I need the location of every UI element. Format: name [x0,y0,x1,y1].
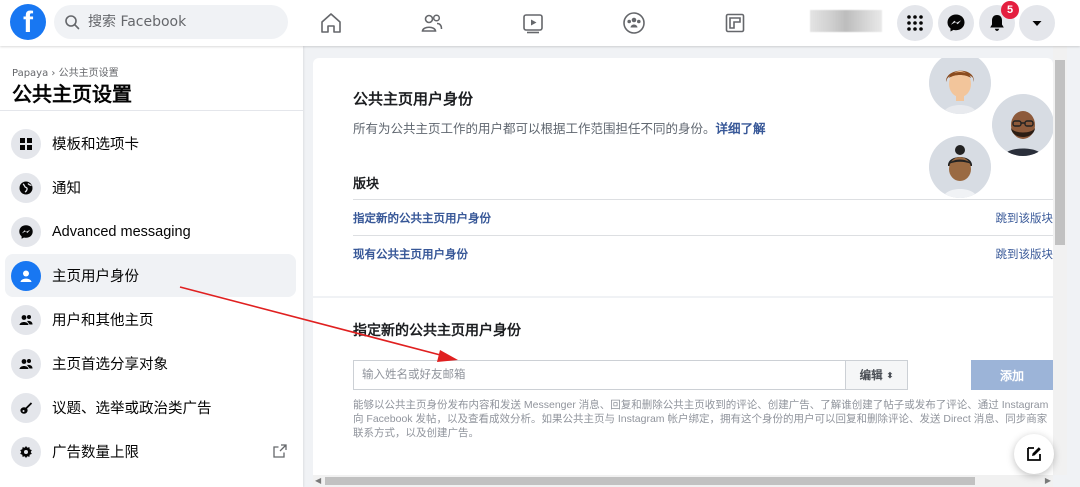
new-message-button[interactable] [1014,434,1054,474]
sidebar-item-label: 通知 [52,181,81,197]
guitar-icon [11,392,41,423]
messenger-button[interactable] [938,5,974,41]
person-icon [11,260,41,291]
sidebar-divider [0,110,303,111]
profile-name-blurred[interactable] [810,10,882,32]
section-link-existing[interactable]: 现有公共主页用户身份 [353,246,468,262]
watch-icon[interactable] [519,9,547,37]
sidebar-item-preferred-audience[interactable]: 主页首选分享对象 [5,342,296,385]
compose-icon [1027,447,1041,461]
avatar-illustration-1 [929,58,991,114]
groups-icon[interactable] [620,9,648,37]
scroll-left-icon[interactable]: ◀ [315,476,321,485]
vertical-scrollbar[interactable] [1053,46,1067,475]
assign-role-form: 编辑 ⬍ [353,360,908,390]
assign-role-card: 指定新的公共主页用户身份 编辑 ⬍ 添加 能够以公共主页身份发布内容和发送 Me… [313,298,1053,475]
avatar-illustration-2 [992,94,1053,156]
sidebar-item-label: 议题、选举或政治类广告 [52,401,212,417]
main-content: 公共主页用户身份 所有为公共主页工作的用户都可以根据工作范围担任不同的身份。详细… [313,58,1053,475]
page-roles-title: 公共主页用户身份 [353,90,474,108]
globe-icon [11,172,41,203]
friends-icon[interactable] [418,9,446,37]
description-text: 所有为公共主页工作的用户都可以根据工作范围担任不同的身份。 [353,122,716,136]
messenger-icon [947,14,965,32]
gaming-icon[interactable] [721,9,749,37]
section-row: 指定新的公共主页用户身份 跳到该版块 [353,199,1053,235]
account-button[interactable] [1019,5,1055,41]
search-box[interactable] [54,5,288,39]
facebook-logo[interactable]: f [10,4,46,40]
page-roles-card: 公共主页用户身份 所有为公共主页工作的用户都可以根据工作范围担任不同的身份。详细… [313,58,1053,296]
learn-more-link[interactable]: 详细了解 [716,122,766,136]
vertical-scrollbar-thumb[interactable] [1055,60,1065,245]
gear-icon [11,436,41,467]
sidebar-item-advanced-messaging[interactable]: Advanced messaging [5,210,296,253]
people-icon [11,348,41,379]
sidebar-item-label: 主页首选分享对象 [52,357,168,373]
role-select-value: 编辑 [859,370,883,382]
sidebar-item-label: 用户和其他主页 [52,313,154,329]
scroll-right-icon[interactable]: ▶ [1045,476,1051,485]
sidebar-item-label: Advanced messaging [52,223,191,240]
name-or-email-input[interactable] [354,361,845,389]
messenger-icon [11,216,41,247]
sidebar-item-ad-limits[interactable]: 广告数量上限 [5,430,296,473]
top-navigation-bar: f 5 [0,0,1080,46]
grid-icon [11,128,41,159]
search-icon [65,15,80,30]
section-link-assign[interactable]: 指定新的公共主页用户身份 [353,210,491,226]
sidebar-item-notifications[interactable]: 通知 [5,166,296,209]
role-select[interactable]: 编辑 ⬍ [845,361,907,389]
avatar-illustration-3 [929,136,991,198]
sidebar-item-label: 模板和选项卡 [52,137,139,153]
caret-down-icon [1032,21,1042,26]
horizontal-scrollbar[interactable]: ◀ ▶ [313,475,1053,487]
sidebar-item-political-ads[interactable]: 议题、选举或政治类广告 [5,386,296,429]
settings-sidebar: Papaya › 公共主页设置 公共主页设置 模板和选项卡 通知 Advance… [0,46,303,487]
role-help-text: 能够以公共主页身份发布内容和发送 Messenger 消息、回复和删除公共主页收… [353,399,1049,439]
assign-role-title: 指定新的公共主页用户身份 [353,323,521,339]
breadcrumb[interactable]: Papaya › 公共主页设置 [12,64,119,79]
select-arrows-icon: ⬍ [886,370,894,380]
search-input[interactable] [88,14,278,30]
sidebar-item-label: 广告数量上限 [52,445,139,461]
facebook-logo-text: f [23,6,33,39]
add-button[interactable]: 添加 [971,360,1053,390]
sidebar-item-label: 主页用户身份 [52,269,139,285]
jump-to-section-link[interactable]: 跳到该版块 [996,246,1054,262]
sidebar-item-people-other-pages[interactable]: 用户和其他主页 [5,298,296,341]
horizontal-scrollbar-thumb[interactable] [325,477,975,485]
page-roles-description: 所有为公共主页工作的用户都可以根据工作范围担任不同的身份。详细了解 [353,118,766,137]
menu-button[interactable] [897,5,933,41]
sidebar-item-templates-tabs[interactable]: 模板和选项卡 [5,122,296,165]
sections-label: 版块 [353,177,380,192]
notification-badge: 5 [1001,1,1019,19]
sidebar-item-page-roles[interactable]: 主页用户身份 [5,254,296,297]
home-icon[interactable] [317,9,345,37]
menu-grid-icon [907,15,923,31]
notifications-button[interactable]: 5 [979,1,1019,41]
section-row: 现有公共主页用户身份 跳到该版块 [353,235,1053,271]
people-icon [11,304,41,335]
external-link-icon [273,444,287,458]
jump-to-section-link[interactable]: 跳到该版块 [996,210,1054,226]
page-title: 公共主页设置 [12,82,132,106]
